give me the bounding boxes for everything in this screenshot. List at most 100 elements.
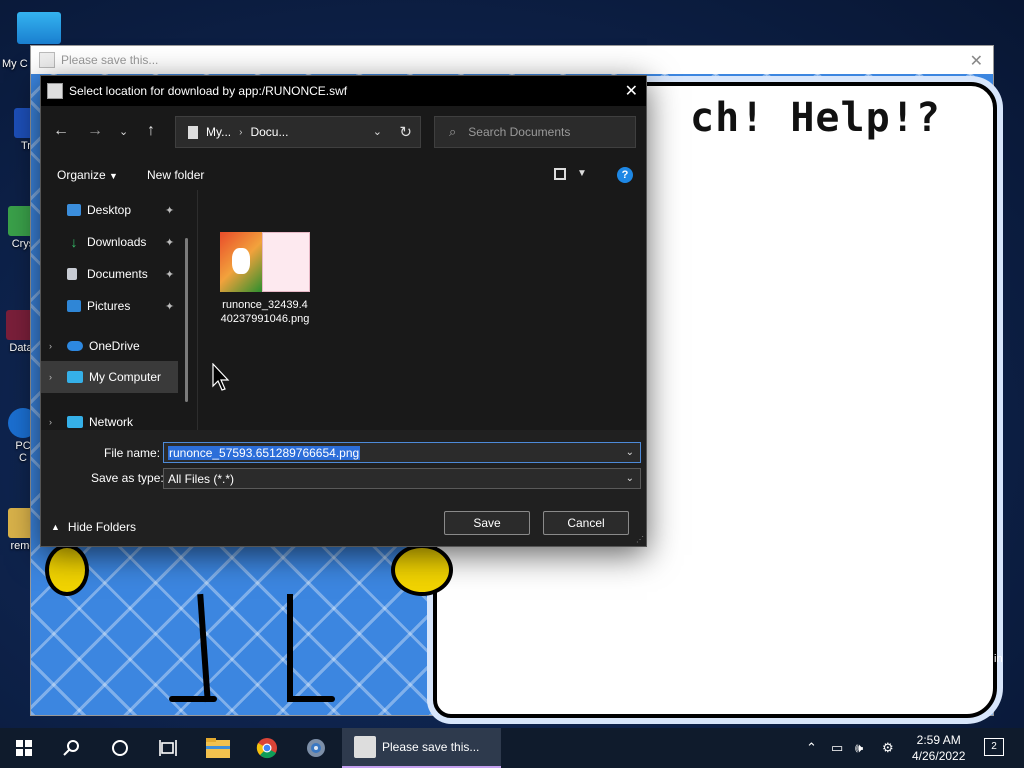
chrome-button[interactable] [243, 728, 291, 768]
desktop-icon-label: PC [15, 440, 31, 452]
folder-icon [206, 738, 230, 758]
chevron-right-icon[interactable]: › [49, 417, 59, 427]
nav-item-label: My Computer [89, 370, 162, 384]
save-type-select[interactable]: All Files (*.*) ⌄ [163, 468, 641, 489]
pane-divider[interactable] [197, 190, 198, 430]
file-name-label: File name: [104, 446, 161, 460]
refresh-icon[interactable]: ↻ [399, 123, 412, 141]
side-text: in [994, 653, 1003, 665]
notification-count: 2 [991, 741, 997, 752]
desktop-icon-my-computer[interactable]: My C [2, 12, 62, 70]
download-icon: ↓ [70, 234, 78, 250]
organize-button[interactable]: Organize ▼ [57, 168, 118, 182]
network-tray-icon[interactable]: ▭ [831, 740, 843, 756]
start-button[interactable] [0, 728, 48, 768]
flash-window-titlebar[interactable]: Please save this... [31, 46, 993, 74]
taskbar-active-app-label: Please save this... [382, 740, 480, 754]
save-options: File name: runonce_57593.651289766654.pn… [41, 430, 646, 546]
new-folder-button[interactable]: New folder [147, 168, 204, 182]
chevron-down-icon: ⌄ [625, 473, 634, 484]
browser-area: Desktop ✦ ↓ Downloads ✦ Documents ✦ Pict… [41, 190, 646, 430]
volume-icon[interactable]: 🕪 [855, 740, 863, 756]
nav-item-onedrive[interactable]: › OneDrive [41, 333, 181, 359]
caret-up-icon: ▲ [51, 522, 60, 532]
navigation-bar: ← → ⌄ ↑ My... › Docu... ⌄ ↻ ⌕ Search Doc… [41, 106, 646, 160]
nav-item-label: Desktop [87, 203, 132, 217]
chevron-down-icon[interactable]: ⌄ [626, 447, 634, 458]
nav-item-network[interactable]: › Network [41, 413, 181, 431]
app-icon [354, 736, 376, 758]
mouse-cursor-icon [212, 363, 230, 391]
file-item[interactable]: runonce_32439.4 40237991046.png [217, 232, 313, 326]
search-icon: ⌕ [449, 124, 457, 139]
pictures-icon [67, 300, 81, 312]
computer-icon [67, 371, 83, 383]
clock[interactable]: 2:59 AM 4/26/2022 [912, 732, 965, 764]
file-name-input[interactable]: runonce_57593.651289766654.png ⌄ [163, 442, 641, 463]
nav-item-my-computer[interactable]: › My Computer [41, 361, 178, 393]
dialog-titlebar[interactable]: Select location for download by app:/RUN… [41, 76, 646, 106]
desktop-icon-label: My C [2, 58, 28, 70]
view-dropdown-icon[interactable]: ▼ [577, 168, 587, 179]
recent-locations-chevron-icon[interactable]: ⌄ [119, 125, 128, 138]
scrollbar[interactable] [185, 238, 188, 402]
show-hidden-icons-chevron-icon[interactable]: ⌃ [806, 740, 817, 756]
hide-folders-button[interactable]: ▲ Hide Folders [51, 520, 136, 534]
task-view-icon [159, 740, 177, 756]
cloud-icon [67, 341, 83, 351]
nav-item-documents[interactable]: Documents ✦ [41, 261, 187, 287]
cortana-button[interactable] [96, 728, 144, 768]
chevron-right-icon[interactable]: › [49, 372, 59, 382]
windows-icon [16, 740, 32, 756]
breadcrumb-item[interactable]: My... [206, 125, 231, 139]
pin-icon[interactable]: ✦ [165, 204, 174, 217]
pin-icon[interactable]: ✦ [165, 236, 174, 249]
close-icon[interactable]: ✕ [970, 51, 983, 71]
yellow-shape [45, 544, 89, 596]
task-view-button[interactable] [144, 728, 192, 768]
up-arrow-icon[interactable]: ↑ [147, 122, 155, 140]
notification-icon[interactable]: 2 [984, 738, 1004, 756]
creature-leg [287, 594, 293, 702]
file-explorer-button[interactable] [194, 728, 242, 768]
file-name-value: runonce_57593.651289766654.png [168, 445, 361, 460]
cancel-button[interactable]: Cancel [543, 511, 629, 535]
address-bar[interactable]: My... › Docu... ⌄ ↻ [175, 116, 421, 148]
save-button[interactable]: Save [444, 511, 530, 535]
nav-item-label: Pictures [87, 299, 131, 313]
speech-text: ch! Help!? [690, 95, 941, 141]
nav-item-pictures[interactable]: Pictures ✦ [41, 293, 187, 319]
search-box[interactable]: ⌕ Search Documents [434, 116, 636, 148]
back-arrow-icon[interactable]: ← [53, 122, 69, 140]
pin-icon[interactable]: ✦ [165, 268, 174, 281]
chrome-icon [256, 738, 277, 759]
creature-leg [197, 593, 211, 703]
settings-app-button[interactable] [292, 728, 340, 768]
nav-item-desktop[interactable]: Desktop ✦ [41, 197, 187, 223]
file-name-line: runonce_32439.4 [222, 299, 308, 311]
chevron-right-icon[interactable]: › [49, 341, 59, 351]
forward-arrow-icon[interactable]: → [87, 122, 103, 140]
desktop-icon [67, 204, 81, 216]
nav-item-label: Network [89, 415, 134, 429]
view-icon[interactable] [554, 168, 566, 180]
nav-item-downloads[interactable]: ↓ Downloads ✦ [41, 229, 187, 255]
app-icon [39, 52, 55, 68]
close-icon[interactable]: ✕ [625, 81, 638, 101]
creature-foot [169, 696, 217, 702]
settings-gear-icon[interactable]: ⚙ [882, 740, 894, 756]
navigation-pane: Desktop ✦ ↓ Downloads ✦ Documents ✦ Pict… [41, 190, 196, 430]
chevron-down-icon: ▼ [109, 171, 118, 181]
pin-icon[interactable]: ✦ [165, 300, 174, 313]
resize-grip-icon[interactable]: ⋰ [636, 535, 644, 544]
breadcrumb-item[interactable]: Docu... [250, 125, 288, 139]
gear-icon [307, 739, 325, 757]
dialog-title: Select location for download by app:/RUN… [69, 84, 348, 98]
search-button[interactable] [48, 728, 96, 768]
save-dialog: Select location for download by app:/RUN… [40, 75, 647, 547]
search-icon [63, 740, 79, 756]
app-icon [47, 83, 63, 99]
help-icon[interactable]: ? [617, 167, 633, 183]
taskbar-active-app[interactable]: Please save this... [342, 728, 501, 768]
chevron-down-icon[interactable]: ⌄ [373, 125, 382, 138]
